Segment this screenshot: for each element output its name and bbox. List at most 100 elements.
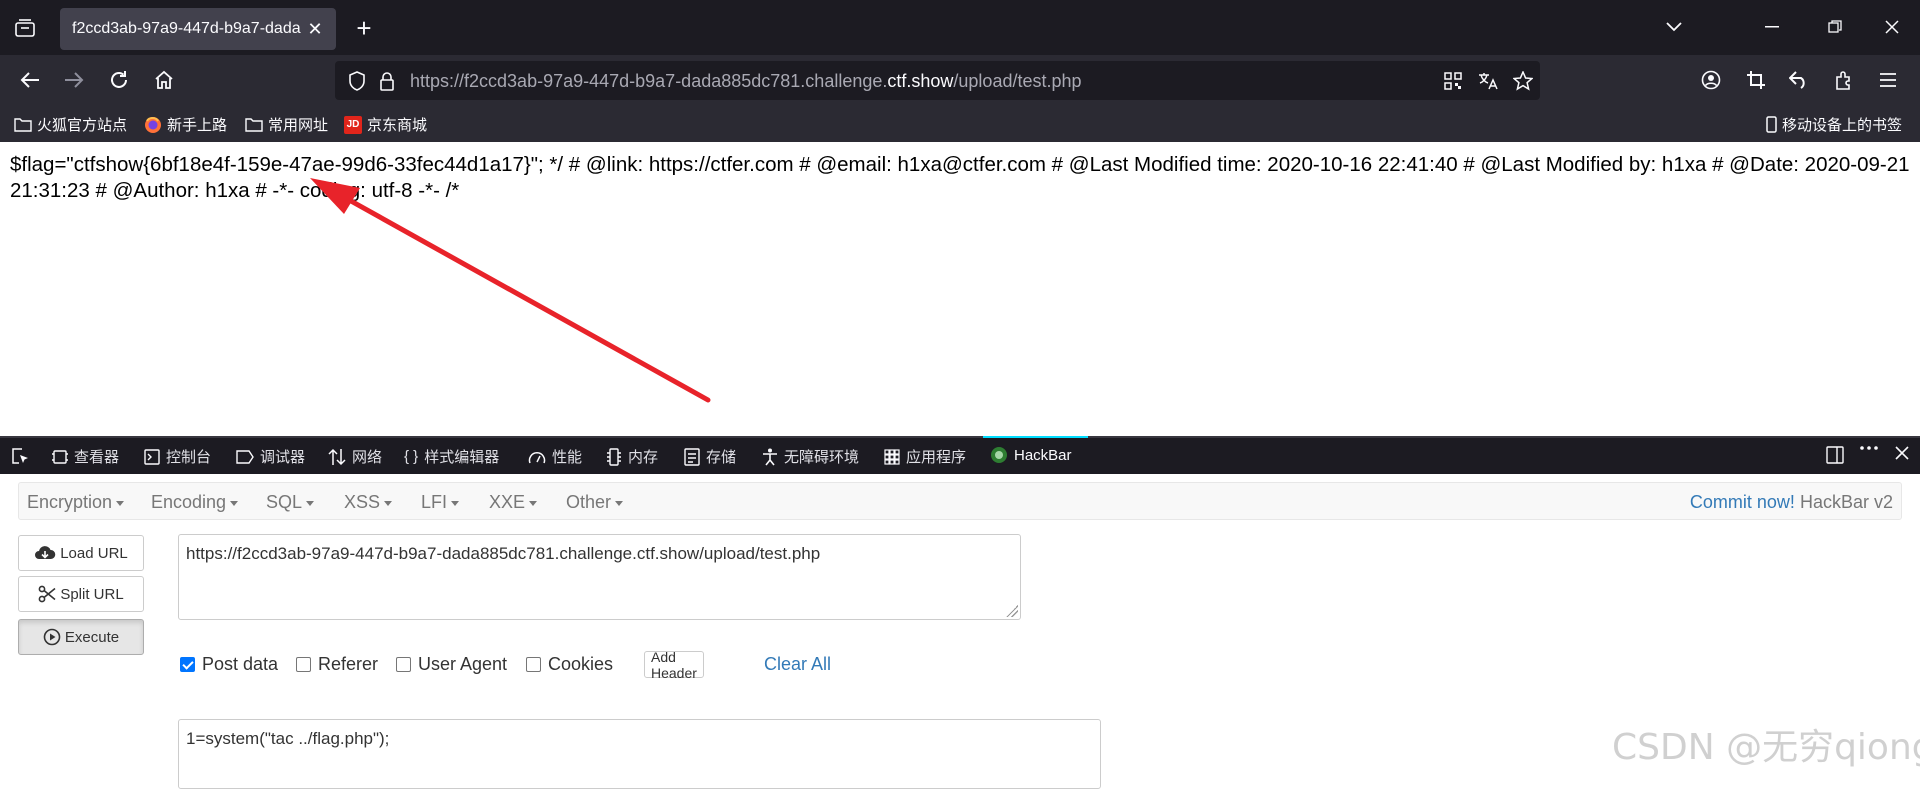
accessibility-icon xyxy=(763,448,777,465)
referer-checkbox[interactable]: Referer xyxy=(296,654,378,675)
tab-close-icon[interactable]: ✕ xyxy=(306,19,324,39)
tab-title: f2ccd3ab-97a9-447d-b9a7-dada xyxy=(72,20,301,37)
commit-now-link[interactable]: Commit now! xyxy=(1690,492,1795,512)
jd-icon: JD xyxy=(344,115,362,134)
hackbar-menu: Encryption Encoding SQL XSS LFI XXE Othe… xyxy=(18,482,1902,520)
add-header-button[interactable]: Add Header xyxy=(644,649,704,681)
translate-icon[interactable] xyxy=(1476,69,1500,93)
load-url-label: Load URL xyxy=(60,544,128,562)
menu-encryption[interactable]: Encryption xyxy=(27,492,125,513)
forward-icon[interactable] xyxy=(58,64,90,96)
list-all-tabs-icon[interactable] xyxy=(1654,10,1694,44)
tab-list-button[interactable] xyxy=(8,12,42,44)
lock-icon[interactable] xyxy=(375,69,399,93)
back-icon[interactable] xyxy=(14,64,46,96)
devtools-tab-storage[interactable]: 存储 xyxy=(684,446,736,467)
dock-side-icon[interactable] xyxy=(1826,446,1844,464)
devtools-tab-label: 网络 xyxy=(352,449,383,466)
qr-code-icon[interactable] xyxy=(1441,69,1465,93)
url-text[interactable]: https://f2ccd3ab-97a9-447d-b9a7-dada885d… xyxy=(410,71,1082,92)
resize-grip-icon[interactable] xyxy=(1006,605,1018,617)
mobile-device-icon xyxy=(1766,116,1777,133)
menu-xss[interactable]: XSS xyxy=(344,492,393,513)
menu-xxe[interactable]: XXE xyxy=(489,492,538,513)
window-close-icon[interactable] xyxy=(1872,10,1912,44)
menu-encoding[interactable]: Encoding xyxy=(151,492,239,513)
home-icon[interactable] xyxy=(148,64,180,96)
minimize-icon[interactable] xyxy=(1752,10,1792,44)
url-textarea[interactable]: https://f2ccd3ab-97a9-447d-b9a7-dada885d… xyxy=(178,534,1021,620)
devtools-tab-label: 无障碍环境 xyxy=(784,449,860,466)
checkbox-icon xyxy=(526,657,541,672)
bookmark-label: 火狐官方站点 xyxy=(37,117,128,134)
more-options-icon[interactable] xyxy=(1860,446,1878,450)
load-url-button[interactable]: Load URL xyxy=(18,535,144,571)
memory-icon xyxy=(607,447,621,466)
close-devtools-icon[interactable] xyxy=(1895,446,1909,460)
bookmark-label: 常用网址 xyxy=(268,117,329,134)
mobile-bookmarks-label: 移动设备上的书签 xyxy=(1782,117,1903,134)
shield-icon[interactable] xyxy=(345,69,369,93)
post-data-checkbox[interactable]: Post data xyxy=(180,654,278,675)
bookmark-item[interactable]: 常用网址 xyxy=(245,114,328,135)
tab-active[interactable]: f2ccd3ab-97a9-447d-b9a7-dada ✕ xyxy=(60,8,336,50)
devtools-tab-application[interactable]: 应用程序 xyxy=(884,446,966,467)
crop-icon[interactable] xyxy=(1740,64,1772,96)
bookmark-item[interactable]: JD 京东商城 xyxy=(344,114,427,135)
url-bar[interactable]: https://f2ccd3ab-97a9-447d-b9a7-dada885d… xyxy=(335,61,1540,100)
checkbox-checked-icon xyxy=(180,657,195,672)
bookmark-item[interactable]: 新手上路 xyxy=(144,114,227,135)
devtools-tab-console[interactable]: 控制台 xyxy=(144,446,211,467)
devtools-tab-label: 查看器 xyxy=(74,449,120,466)
new-tab-button[interactable]: + xyxy=(348,12,380,44)
user-agent-checkbox[interactable]: User Agent xyxy=(396,654,507,675)
cookies-label: Cookies xyxy=(548,654,614,674)
post-data-value: 1=system("tac ../flag.php"); xyxy=(186,729,390,748)
undo-icon[interactable] xyxy=(1783,64,1815,96)
checkbox-icon xyxy=(396,657,411,672)
devtools-tab-debugger[interactable]: 调试器 xyxy=(236,446,305,467)
active-tab-indicator xyxy=(983,436,1088,438)
clear-all-link[interactable]: Clear All xyxy=(764,654,831,675)
menu-lfi[interactable]: LFI xyxy=(421,492,460,513)
cookies-checkbox[interactable]: Cookies xyxy=(526,654,613,675)
devtools-tab-style-editor[interactable]: { } 样式编辑器 xyxy=(404,446,499,467)
devtools-tab-inspector[interactable]: 查看器 xyxy=(52,446,119,467)
reload-icon[interactable] xyxy=(103,64,135,96)
caret-down-icon xyxy=(451,500,460,506)
mobile-bookmarks[interactable]: 移动设备上的书签 xyxy=(1766,114,1902,135)
bookmark-star-icon[interactable] xyxy=(1511,69,1535,93)
performance-icon xyxy=(528,451,546,463)
console-icon xyxy=(144,448,160,465)
split-url-button[interactable]: Split URL xyxy=(18,576,144,612)
devtools-toolbar: 查看器 控制台 调试器 网络 { } 样式编辑器 性能 内存 存储 无障碍环境 … xyxy=(0,436,1920,474)
devtools-tab-label: 样式编辑器 xyxy=(424,449,500,466)
element-picker-icon[interactable] xyxy=(10,446,30,466)
account-icon[interactable] xyxy=(1695,64,1727,96)
devtools-tab-accessibility[interactable]: 无障碍环境 xyxy=(762,446,859,467)
menu-icon[interactable] xyxy=(1872,64,1904,96)
hackbar-icon xyxy=(991,447,1007,463)
devtools-tab-performance[interactable]: 性能 xyxy=(528,446,582,467)
hackbar-commit: Commit now! HackBar v2 xyxy=(1690,492,1893,513)
application-icon xyxy=(884,448,900,465)
restore-icon[interactable] xyxy=(1815,10,1855,44)
menu-sql[interactable]: SQL xyxy=(266,492,315,513)
url-textarea-value: https://f2ccd3ab-97a9-447d-b9a7-dada885d… xyxy=(186,544,821,563)
menu-other[interactable]: Other xyxy=(566,492,624,513)
bookmarks-toolbar: 火狐官方站点 新手上路 常用网址 JD 京东商城 移动设备上的书签 xyxy=(0,106,1920,142)
folder-icon xyxy=(245,118,263,132)
clear-all-label: Clear All xyxy=(764,654,832,674)
devtools-tab-hackbar[interactable]: HackBar xyxy=(990,446,1072,464)
execute-button[interactable]: Execute xyxy=(18,619,144,655)
page-text: $flag="ctfshow{6bf18e4f-159e-47ae-99d6-3… xyxy=(10,153,1910,202)
bookmark-item[interactable]: 火狐官方站点 xyxy=(14,114,127,135)
bookmark-label: 新手上路 xyxy=(167,117,228,134)
post-data-textarea[interactable]: 1=system("tac ../flag.php"); xyxy=(178,719,1101,789)
devtools-tab-network[interactable]: 网络 xyxy=(328,446,382,467)
extensions-icon[interactable] xyxy=(1828,64,1860,96)
caret-down-icon xyxy=(529,500,538,506)
devtools-tab-label: 内存 xyxy=(628,449,659,466)
devtools-tab-memory[interactable]: 内存 xyxy=(606,446,658,467)
caret-down-icon xyxy=(306,500,315,506)
